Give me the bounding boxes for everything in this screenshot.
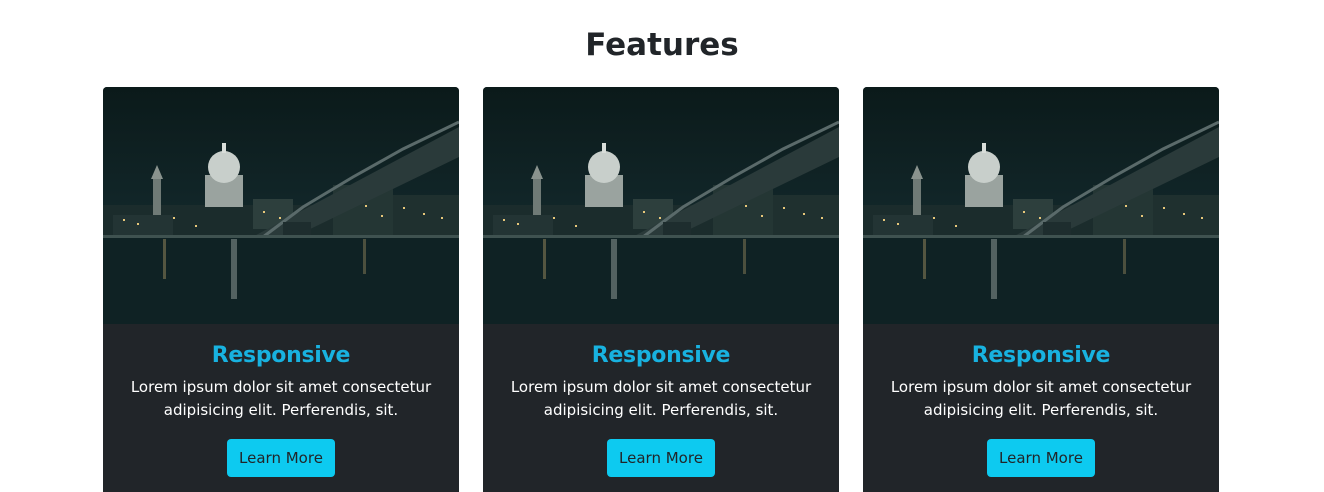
card-text: Lorem ipsum dolor sit amet consectetur a… [510,378,812,419]
feature-card: Responsive Lorem ipsum dolor sit amet co… [103,87,459,492]
card-body: Responsive Lorem ipsum dolor sit amet co… [483,324,839,477]
learn-more-button[interactable]: Learn More [607,439,715,477]
learn-more-button[interactable]: Learn More [987,439,1095,477]
features-section: Features Responsive Lorem ipsum dolor si… [0,0,1324,492]
feature-card: Responsive Lorem ipsum dolor sit amet co… [483,87,839,492]
card-image [483,87,839,324]
card-title: Responsive [211,343,351,368]
section-title: Features [585,27,739,63]
card-body: Responsive Lorem ipsum dolor sit amet co… [103,324,459,477]
card-text: Lorem ipsum dolor sit amet consectetur a… [890,378,1192,419]
learn-more-button[interactable]: Learn More [227,439,335,477]
card-title: Responsive [971,343,1111,368]
card-text: Lorem ipsum dolor sit amet consectetur a… [130,378,432,419]
feature-card: Responsive Lorem ipsum dolor sit amet co… [863,87,1219,492]
card-image [103,87,459,324]
card-body: Responsive Lorem ipsum dolor sit amet co… [863,324,1219,477]
card-title: Responsive [591,343,731,368]
card-image [863,87,1219,324]
